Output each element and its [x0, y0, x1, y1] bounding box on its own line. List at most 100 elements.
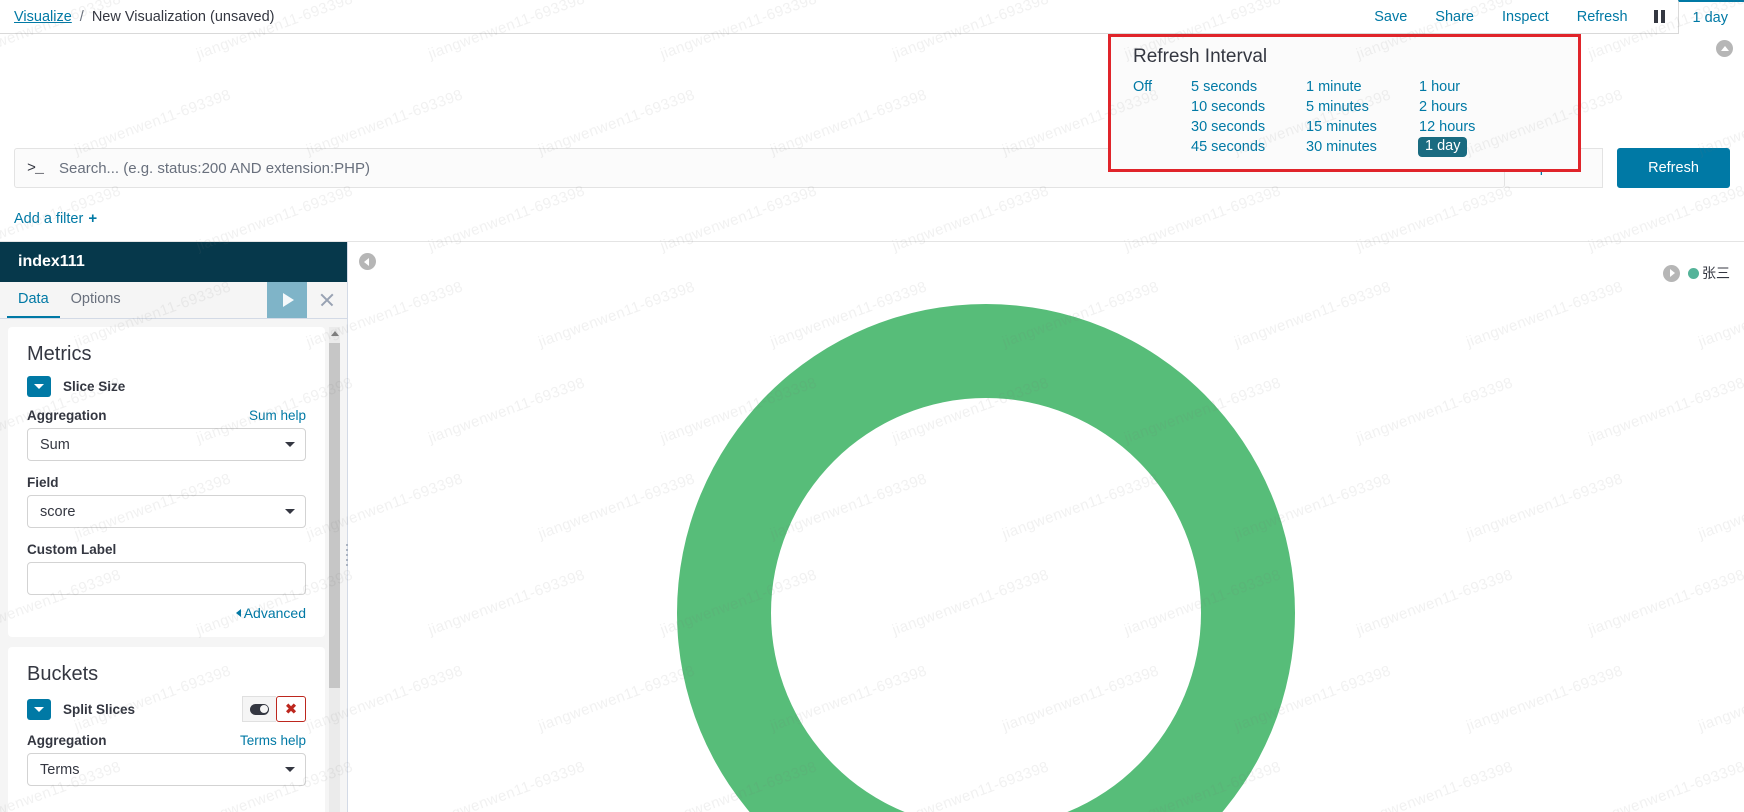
filter-bar: Add a filter +: [0, 196, 1744, 242]
pause-icon[interactable]: [1642, 0, 1678, 34]
editor-scroll-up-button[interactable]: [329, 327, 340, 340]
console-prompt-icon: >_: [27, 159, 44, 177]
play-triangle-icon: [282, 293, 294, 307]
metric-aggregation-label-row: Aggregation Sum help: [27, 408, 306, 423]
chevron-right-icon: [1670, 269, 1675, 277]
refresh-option-2-hours[interactable]: 2 hours: [1419, 97, 1529, 117]
tabs-spacer: [132, 282, 267, 318]
save-button[interactable]: Save: [1360, 0, 1421, 34]
bucket-aggregation-label: Aggregation: [27, 733, 107, 748]
buckets-heading: Buckets: [27, 663, 99, 685]
refresh-option-5-minutes[interactable]: 5 minutes: [1306, 97, 1419, 117]
remove-bucket-button[interactable]: ✖: [276, 696, 306, 722]
refresh-option-5-seconds[interactable]: 5 seconds: [1191, 77, 1306, 97]
legend-item[interactable]: 张三: [1688, 263, 1730, 283]
breadcrumb-separator: /: [79, 8, 84, 25]
top-navigation-bar: Visualize / New Visualization (unsaved) …: [0, 0, 1744, 34]
refresh-interval-column-1: Off: [1133, 77, 1191, 157]
chevron-down-icon: [285, 767, 295, 772]
refresh-button[interactable]: Refresh: [1563, 0, 1642, 34]
chevron-up-icon: [1720, 45, 1729, 51]
chart-legend: 张三: [1663, 263, 1730, 283]
refresh-option-15-minutes[interactable]: 15 minutes: [1306, 117, 1419, 137]
buckets-card: Buckets Split Slices ✖ Aggregation Terms…: [8, 647, 325, 812]
legend-toggle-button[interactable]: [1663, 264, 1680, 282]
bucket-aggregation-select[interactable]: Terms: [27, 753, 306, 786]
index-pattern-title: index111: [18, 253, 85, 270]
refresh-interval-column-3: 1 minute 5 minutes 15 minutes 30 minutes: [1306, 77, 1419, 157]
close-icon: [319, 292, 335, 308]
split-slices-label: Split Slices: [63, 701, 136, 717]
tab-options[interactable]: Options: [60, 282, 132, 318]
metric-aggregation-select[interactable]: Sum: [27, 428, 306, 461]
editor-scroll-region: Metrics Slice Size Aggregation Sum help …: [0, 319, 347, 812]
refresh-option-1-hour[interactable]: 1 hour: [1419, 77, 1529, 97]
chevron-left-icon: [364, 257, 369, 266]
metric-advanced-toggle[interactable]: Advanced: [235, 605, 306, 621]
collapse-time-panel-button[interactable]: [1716, 40, 1733, 57]
share-button[interactable]: Share: [1421, 0, 1488, 34]
refresh-interval-column-2: 5 seconds 10 seconds 30 seconds 45 secon…: [1191, 77, 1306, 157]
eye-toggle-icon: [250, 703, 269, 715]
refresh-option-off[interactable]: Off: [1133, 77, 1191, 97]
refresh-interval-columns: Off 5 seconds 10 seconds 30 seconds 45 s…: [1133, 77, 1578, 157]
chevron-down-icon: [34, 706, 44, 712]
refresh-option-30-minutes[interactable]: 30 minutes: [1306, 137, 1419, 157]
chevron-down-icon: [285, 509, 295, 514]
refresh-interval-popover: Refresh Interval Off 5 seconds 10 second…: [1108, 34, 1581, 172]
breadcrumb-visualize-link[interactable]: Visualize: [14, 9, 72, 25]
collapse-sidebar-button[interactable]: [359, 253, 376, 270]
metric-field-label-row: Field: [27, 475, 306, 490]
plus-icon: +: [88, 210, 98, 227]
query-refresh-button[interactable]: Refresh: [1617, 148, 1730, 188]
close-editor-button[interactable]: [307, 282, 347, 318]
terms-help-link[interactable]: Terms help: [240, 733, 306, 748]
slice-size-collapse-button[interactable]: [27, 376, 51, 397]
advanced-label: Advanced: [243, 605, 306, 621]
editor-header: index111: [0, 242, 347, 282]
donut-chart-container: [348, 242, 1744, 812]
split-slices-row: Split Slices ✖: [27, 696, 306, 722]
metric-field-label: Field: [27, 475, 59, 490]
refresh-interval-title: Refresh Interval: [1133, 46, 1268, 67]
refresh-option-1-minute[interactable]: 1 minute: [1306, 77, 1419, 97]
sum-help-link[interactable]: Sum help: [249, 408, 306, 423]
slice-size-row: Slice Size: [27, 376, 306, 397]
custom-label-input[interactable]: [27, 562, 306, 595]
tab-data[interactable]: Data: [7, 282, 60, 318]
editor-scrollbar-thumb[interactable]: [329, 343, 340, 688]
refresh-option-10-seconds[interactable]: 10 seconds: [1191, 97, 1306, 117]
apply-changes-button[interactable]: [267, 282, 307, 318]
add-filter-button[interactable]: Add a filter +: [14, 210, 97, 227]
sidebar-resize-handle[interactable]: [341, 542, 353, 568]
split-slices-collapse-button[interactable]: [27, 698, 51, 720]
custom-label-label-row: Custom Label: [27, 542, 306, 557]
toggle-bucket-visibility-button[interactable]: [242, 696, 276, 722]
metric-aggregation-value: Sum: [40, 436, 70, 453]
metrics-card: Metrics Slice Size Aggregation Sum help …: [8, 327, 325, 637]
donut-slice-zhangsan[interactable]: [677, 304, 1295, 812]
advanced-row: Advanced: [27, 605, 306, 621]
metric-field-select[interactable]: score: [27, 495, 306, 528]
time-range-picker-button[interactable]: 1 day: [1677, 0, 1744, 34]
refresh-option-30-seconds[interactable]: 30 seconds: [1191, 117, 1306, 137]
slice-size-label: Slice Size: [63, 379, 126, 394]
visualization-pane: 张三: [348, 242, 1744, 812]
chevron-left-icon: [235, 609, 241, 617]
inspect-button[interactable]: Inspect: [1488, 0, 1563, 34]
vis-editor-sidebar: index111 Data Options Metrics Slice Size…: [0, 242, 348, 812]
metrics-heading: Metrics: [27, 343, 92, 365]
custom-label-label: Custom Label: [27, 542, 117, 557]
legend-color-dot: [1688, 267, 1699, 279]
metric-aggregation-label: Aggregation: [27, 408, 107, 423]
refresh-option-12-hours[interactable]: 12 hours: [1419, 117, 1529, 137]
kibana-visualize-app: Visualize / New Visualization (unsaved) …: [0, 0, 1744, 812]
topnav-actions: Save Share Inspect Refresh 1 day: [1360, 0, 1744, 34]
refresh-option-45-seconds[interactable]: 45 seconds: [1191, 137, 1306, 157]
metric-field-value: score: [40, 503, 76, 520]
breadcrumb: Visualize / New Visualization (unsaved): [14, 9, 275, 25]
editor-tabs: Data Options: [0, 282, 347, 319]
refresh-option-1-day[interactable]: 1 day: [1418, 137, 1468, 157]
delete-x-icon: ✖: [284, 700, 298, 718]
chevron-down-icon: [34, 384, 44, 389]
